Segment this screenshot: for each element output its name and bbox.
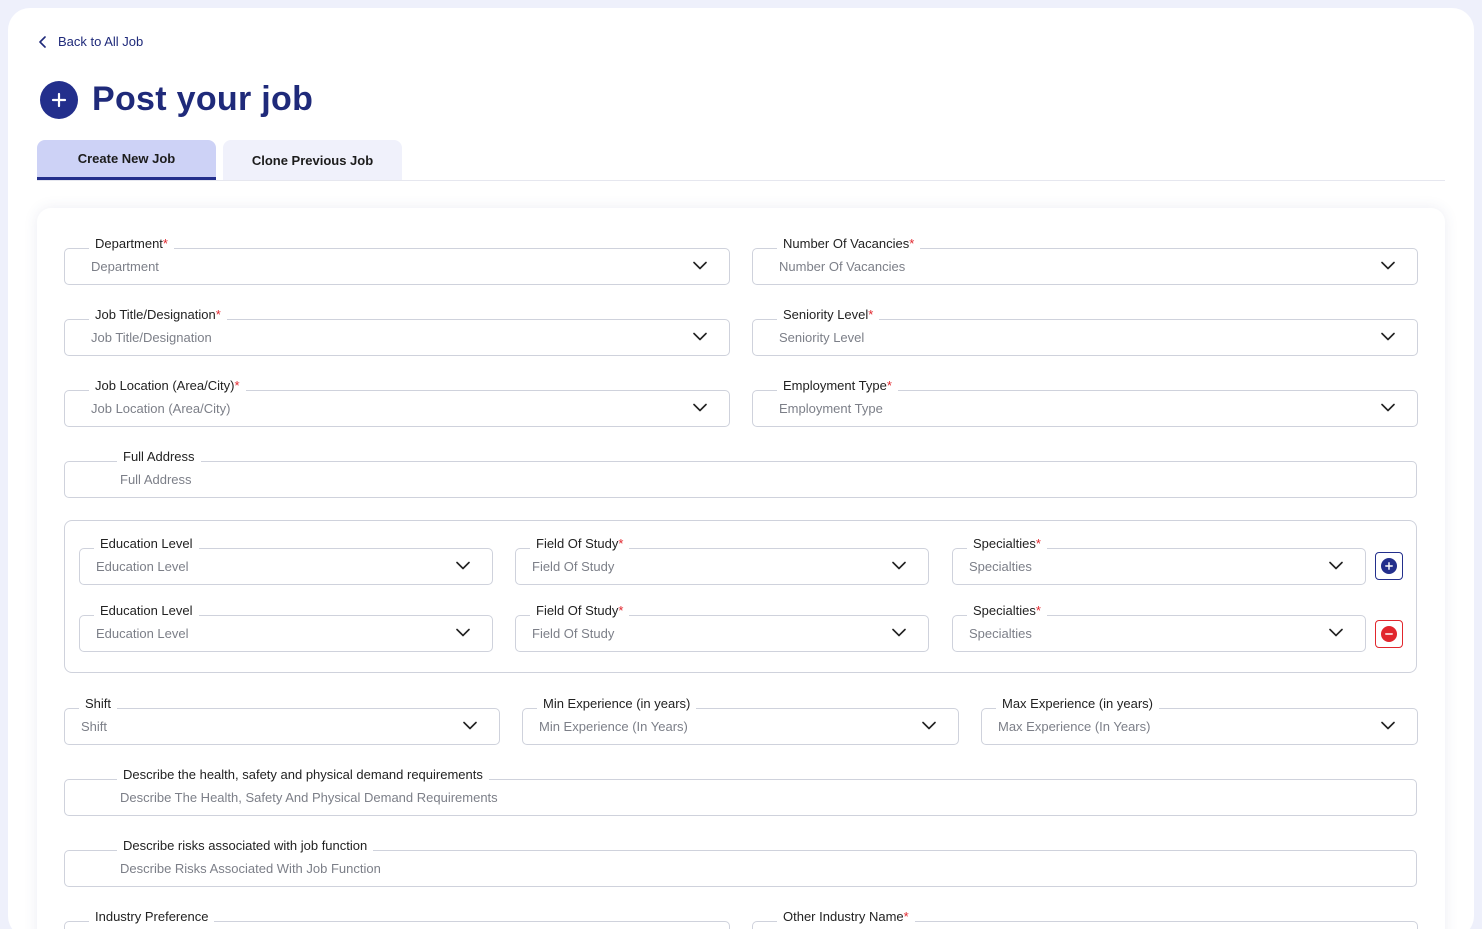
full-address-input[interactable]: Full Address Full Address [64, 449, 1417, 498]
tab-bar: Create New Job Clone Previous Job [37, 140, 402, 180]
industry-preference-label: Industry Preference [89, 909, 215, 925]
chevron-down-icon [1381, 721, 1395, 730]
min-experience-select[interactable]: Min Experience (in years) Min Experience… [522, 696, 959, 745]
chevron-down-icon [693, 403, 707, 412]
specialties-placeholder: Specialties [969, 626, 1032, 641]
field-of-study-placeholder: Field Of Study [532, 626, 615, 641]
chevron-down-icon [922, 721, 936, 730]
education-level-placeholder: Education Level [96, 559, 189, 574]
chevron-down-icon [456, 628, 470, 637]
back-link-label: Back to All Job [58, 34, 144, 49]
shift-placeholder: Shift [81, 719, 108, 734]
seniority-select[interactable]: Seniority Level* Seniority Level [752, 307, 1418, 356]
chevron-down-icon [892, 628, 906, 637]
health-safety-input[interactable]: Describe the health, safety and physical… [64, 767, 1417, 816]
chevron-down-icon [456, 561, 470, 570]
page-header: Post your job [40, 80, 313, 119]
employment-type-select[interactable]: Employment Type* Employment Type [752, 378, 1418, 427]
employment-type-placeholder: Employment Type [779, 401, 883, 416]
job-form-card: Department* Department Number Of Vacanci… [37, 208, 1445, 929]
education-level-select[interactable]: Education Level Education Level [79, 603, 493, 652]
education-level-select[interactable]: Education Level Education Level [79, 536, 493, 585]
chevron-down-icon [1381, 332, 1395, 341]
specialties-select[interactable]: Specialties* Specialties [952, 603, 1366, 652]
chevron-down-icon [1381, 403, 1395, 412]
department-select[interactable]: Department* Department [64, 236, 730, 285]
tab-divider [37, 180, 1445, 181]
min-experience-placeholder: Min Experience (In Years) [539, 719, 688, 734]
field-of-study-placeholder: Field Of Study [532, 559, 615, 574]
seniority-placeholder: Seniority Level [779, 330, 865, 345]
vacancies-placeholder: Number Of Vacancies [779, 259, 906, 274]
specialties-placeholder: Specialties [969, 559, 1032, 574]
chevron-down-icon [1329, 628, 1343, 637]
education-level-placeholder: Education Level [96, 626, 189, 641]
add-education-button[interactable] [1375, 552, 1403, 580]
chevron-down-icon [463, 721, 477, 730]
chevron-left-icon [39, 35, 46, 48]
max-experience-placeholder: Max Experience (In Years) [998, 719, 1151, 734]
other-industry-label: Other Industry Name* [777, 909, 915, 925]
risks-input[interactable]: Describe risks associated with job funct… [64, 838, 1417, 887]
minus-icon [1381, 626, 1397, 642]
remove-education-button[interactable] [1375, 620, 1403, 648]
plus-icon [1381, 558, 1397, 574]
page-title: Post your job [92, 80, 314, 118]
field-of-study-select[interactable]: Field Of Study* Field Of Study [515, 536, 929, 585]
page-frame: Back to All Job Post your job Create New… [8, 8, 1474, 929]
risks-placeholder: Describe Risks Associated With Job Funct… [120, 861, 381, 876]
job-location-select[interactable]: Job Location (Area/City)* Job Location (… [64, 378, 730, 427]
specialties-select[interactable]: Specialties* Specialties [952, 536, 1366, 585]
job-location-placeholder: Job Location (Area/City) [91, 401, 231, 416]
education-group: Education Level Education Level Field Of… [64, 520, 1417, 673]
other-industry-input[interactable]: Other Industry Name* [752, 909, 1418, 929]
shift-select[interactable]: Shift Shift [64, 696, 500, 745]
job-title-placeholder: Job Title/Designation [91, 330, 212, 345]
chevron-down-icon [1381, 261, 1395, 270]
chevron-down-icon [693, 261, 707, 270]
department-placeholder: Department [91, 259, 159, 274]
industry-preference-select[interactable]: Industry Preference [64, 909, 730, 929]
chevron-down-icon [892, 561, 906, 570]
chevron-down-icon [1329, 561, 1343, 570]
plus-circle-icon [40, 80, 78, 119]
vacancies-select[interactable]: Number Of Vacancies* Number Of Vacancies [752, 236, 1418, 285]
field-of-study-select[interactable]: Field Of Study* Field Of Study [515, 603, 929, 652]
full-address-placeholder: Full Address [120, 472, 192, 487]
tab-create-new-job[interactable]: Create New Job [37, 140, 216, 180]
health-safety-placeholder: Describe The Health, Safety And Physical… [120, 790, 498, 805]
back-to-all-jobs-link[interactable]: Back to All Job [38, 34, 143, 49]
max-experience-select[interactable]: Max Experience (in years) Max Experience… [981, 696, 1418, 745]
chevron-down-icon [693, 332, 707, 341]
tab-clone-previous-job[interactable]: Clone Previous Job [223, 140, 402, 180]
job-title-select[interactable]: Job Title/Designation* Job Title/Designa… [64, 307, 730, 356]
